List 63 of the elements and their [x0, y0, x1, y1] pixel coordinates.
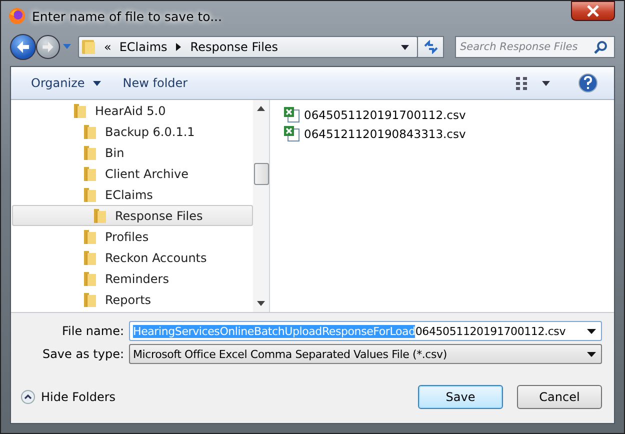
scroll-up-arrow-icon[interactable]	[257, 106, 265, 111]
view-options-button[interactable]	[514, 74, 552, 92]
folder-icon	[83, 270, 97, 286]
close-button[interactable]	[571, 1, 615, 21]
folder-icon	[83, 124, 97, 140]
folder-icon	[83, 186, 97, 202]
spreadsheet-file-icon	[284, 106, 300, 122]
folder-icon	[83, 292, 97, 308]
save-type-dropdown[interactable]: Microsoft Office Excel Comma Separated Values File (*.csv)	[129, 344, 602, 364]
folder-icon	[93, 208, 107, 224]
view-grid-icon	[516, 76, 550, 90]
spreadsheet-file-icon	[284, 126, 300, 142]
breadcrumb[interactable]: Response Files	[190, 40, 278, 54]
overflow-chevron[interactable]: «	[104, 40, 112, 54]
folder-icon	[83, 250, 97, 266]
folder-tree-item[interactable]: Profiles	[12, 226, 253, 247]
search-field[interactable]: Search Response Files	[455, 36, 615, 58]
forward-button[interactable]	[36, 35, 60, 59]
new-folder-button[interactable]: New folder	[114, 72, 196, 94]
address-bar[interactable]: « EClaims Response Files	[78, 36, 418, 58]
window-title: Enter name of file to save to...	[32, 8, 222, 24]
help-icon	[578, 73, 598, 93]
back-button[interactable]	[10, 34, 36, 60]
folder-tree-item[interactable]: EClaims	[12, 184, 253, 205]
file-name-field[interactable]: HearingServicesOnlineBatchUploadResponseForLoad0645051120191700112.csv	[129, 321, 602, 341]
browser-logo-icon	[8, 7, 26, 25]
folder-icon	[83, 144, 97, 160]
close-icon	[586, 5, 600, 17]
folder-tree-item[interactable]: Bin	[12, 142, 253, 163]
folder-icon	[82, 39, 96, 55]
separator-arrow-icon[interactable]	[176, 43, 182, 51]
collapse-icon	[21, 390, 35, 404]
folder-icon	[83, 166, 97, 182]
scrollbar-thumb[interactable]	[254, 163, 268, 185]
file-name-label: File name:	[61, 324, 124, 338]
refresh-button[interactable]	[417, 36, 444, 58]
folder-tree-item[interactable]: Reports	[12, 289, 253, 310]
folder-tree-item[interactable]: Client Archive	[12, 163, 253, 184]
refresh-icon	[422, 40, 438, 54]
scroll-down-arrow-icon[interactable]	[257, 301, 265, 306]
file-item[interactable]: 0645051120191700112.csv	[284, 106, 466, 123]
folder-tree-item[interactable]: HearAid 5.0	[12, 100, 253, 121]
dropdown-icon[interactable]	[401, 44, 409, 50]
file-item[interactable]: 0645121120190843313.csv	[284, 125, 466, 142]
breadcrumb[interactable]: EClaims	[119, 40, 168, 54]
dropdown-icon[interactable]	[587, 352, 596, 356]
save-button[interactable]: Save	[418, 385, 503, 409]
scrollbar[interactable]	[253, 100, 269, 312]
help-button[interactable]	[576, 71, 600, 95]
cancel-button[interactable]: Cancel	[517, 385, 602, 409]
folder-icon	[73, 102, 87, 118]
hide-folders-button[interactable]: Hide Folders	[21, 390, 116, 404]
organize-button[interactable]: Organize	[23, 72, 109, 94]
folder-tree-item[interactable]: Response Files	[12, 205, 253, 226]
right-arrow-icon	[40, 39, 56, 55]
folder-icon	[83, 228, 97, 244]
caret-icon	[92, 80, 101, 86]
dropdown-icon[interactable]	[587, 328, 596, 334]
folder-tree-item[interactable]: Reminders	[12, 268, 253, 289]
folder-tree-item[interactable]: Reckon Accounts	[12, 247, 253, 268]
save-type-label: Save as type:	[41, 347, 124, 361]
folder-tree-item[interactable]: Backup 6.0.1.1	[12, 121, 253, 142]
search-icon	[594, 40, 608, 54]
